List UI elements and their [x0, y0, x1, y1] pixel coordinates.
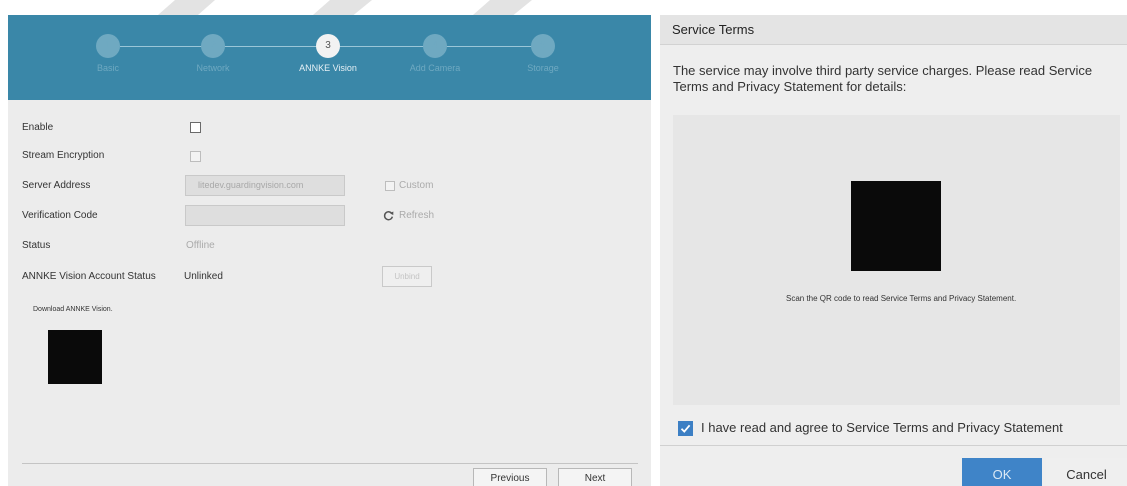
account-status-value: Unlinked: [184, 271, 223, 282]
step-number: 3: [316, 34, 340, 58]
step-label: ANNKE Vision: [299, 63, 357, 73]
step-label: Storage: [527, 63, 559, 73]
step-label: Basic: [96, 63, 119, 73]
account-status-label: ANNKE Vision Account Status: [22, 271, 156, 282]
enable-label: Enable: [22, 122, 54, 133]
server-address-input[interactable]: litedev.guardingvision.com: [185, 175, 345, 196]
unbind-button[interactable]: Unbind: [382, 266, 432, 287]
previous-button[interactable]: Previous: [473, 468, 547, 486]
step-number: 4: [423, 34, 447, 58]
step-number: 5: [531, 34, 555, 58]
service-terms-intro: The service may involve third party serv…: [673, 63, 1093, 94]
status-label: Status: [22, 240, 51, 251]
agree-checkbox[interactable]: [678, 421, 693, 436]
custom-label: Custom: [399, 180, 434, 191]
screenshot-stage: 1 Basic 2 Network 3 ANNKE Vision 4 Add C…: [0, 0, 1127, 486]
qr-panel: Scan the QR code to read Service Terms a…: [673, 115, 1120, 405]
step-number: 1: [96, 34, 120, 58]
app-download-qr-code: [48, 330, 102, 384]
wizard-page: 1 Basic 2 Network 3 ANNKE Vision 4 Add C…: [8, 15, 651, 486]
service-terms-qr-code: [851, 181, 941, 271]
status-value: Offline: [186, 240, 215, 251]
qr-caption: Scan the QR code to read Service Terms a…: [786, 294, 1017, 303]
cancel-button[interactable]: Cancel: [1046, 458, 1127, 486]
wizard-step-network[interactable]: 2 Network: [158, 34, 268, 73]
server-address-label: Server Address: [22, 180, 91, 191]
stream-encryption-label: Stream Encryption: [22, 150, 105, 161]
step-number: 2: [201, 34, 225, 58]
refresh-button[interactable]: Refresh: [383, 209, 451, 223]
service-terms-dialog: Service Terms The service may involve th…: [660, 15, 1127, 486]
refresh-label: Refresh: [399, 210, 435, 221]
step-label: Add Camera: [409, 63, 461, 73]
dialog-footer-divider: [660, 445, 1127, 446]
dialog-title: Service Terms: [660, 15, 1127, 45]
wizard-step-annke-vision[interactable]: 3 ANNKE Vision: [273, 34, 383, 73]
verification-code-input[interactable]: [185, 205, 345, 226]
verification-code-label: Verification Code: [22, 210, 98, 221]
wizard-step-add-camera[interactable]: 4 Add Camera: [380, 34, 490, 73]
checkmark-icon: [680, 424, 691, 433]
enable-checkbox[interactable]: [190, 122, 201, 133]
refresh-icon: [383, 211, 394, 221]
wizard-step-storage[interactable]: 5 Storage: [488, 34, 598, 73]
custom-checkbox[interactable]: [385, 181, 395, 191]
wizard-header: 1 Basic 2 Network 3 ANNKE Vision 4 Add C…: [8, 15, 651, 100]
ok-button[interactable]: OK: [962, 458, 1042, 486]
footer-divider: [22, 463, 638, 464]
agree-label: I have read and agree to Service Terms a…: [701, 420, 1063, 435]
stream-encryption-checkbox[interactable]: [190, 151, 201, 162]
wizard-step-basic[interactable]: 1 Basic: [53, 34, 163, 73]
download-app-label: Download ANNKE Vision.: [33, 306, 113, 313]
next-button[interactable]: Next: [558, 468, 632, 486]
step-label: Network: [196, 63, 230, 73]
